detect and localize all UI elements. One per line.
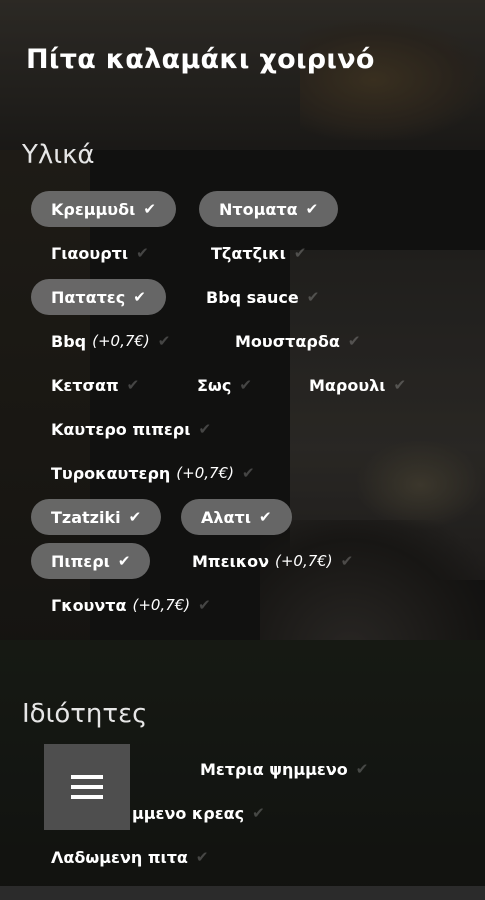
option-property[interactable]: μμενο κρεας ✔ [112,795,285,831]
option-label: Bbq [51,331,87,351]
checkmark-icon: ✔ [393,376,407,394]
checkmark-icon: ✔ [305,200,319,218]
option-ingredient[interactable]: Bbq sauce ✔ [186,279,339,315]
option-ingredient[interactable]: Κρεμμυδι ✔ [31,191,176,227]
option-ingredient[interactable]: Πιπερι ✔ [31,543,151,579]
checkmark-icon: ✔ [306,288,320,306]
option-ingredient[interactable]: Κετσαπ ✔ [31,367,159,403]
option-ingredient[interactable]: Μπεικον (+0,7€) ✔ [172,543,373,579]
checkmark-icon: ✔ [133,288,146,306]
checkmark-icon: ✔ [293,244,307,262]
option-label: Μετρια ψημμενο [200,759,348,779]
option-ingredient[interactable]: Πατατες ✔ [31,279,166,315]
checkmark-icon: ✔ [347,332,361,350]
option-ingredient[interactable]: Tzatziki ✔ [31,499,162,535]
option-label: Καυτερο πιπερι [51,419,191,439]
product-options-panel: Πίτα καλαμάκι χοιρινό Υλικά Κρεμμυδι ✔ Ντ… [0,0,485,900]
hamburger-icon [71,775,103,799]
menu-button[interactable] [44,744,130,830]
option-label: Τυροκαυτερη [51,463,171,483]
option-ingredient[interactable]: Ντοματα ✔ [199,191,339,227]
option-label: Μουσταρδα [235,331,340,351]
option-label: Πιπερι [51,551,110,571]
option-ingredient[interactable]: Bbq (+0,7€) ✔ [31,323,190,359]
option-ingredient[interactable]: Σως ✔ [177,367,272,403]
option-label: Tzatziki [51,507,121,527]
option-label: Γιαουρτι [51,243,129,263]
option-ingredient[interactable]: Μουσταρδα ✔ [215,323,380,359]
properties-heading: Ιδιότητες [22,699,148,729]
option-label: Λαδωμενη πιτα [51,847,188,867]
checkmark-icon: ✔ [241,464,255,482]
option-label: μμενο κρεας [132,803,245,823]
checkmark-icon: ✔ [355,760,369,778]
checkmark-icon: ✔ [157,332,171,350]
option-label: Σως [197,375,232,395]
checkmark-icon: ✔ [117,552,131,570]
option-price-extra: (+0,7€) [92,332,150,350]
option-label: Γκουντα [51,595,127,615]
checkmark-icon: ✔ [126,376,140,394]
option-price-extra: (+0,7€) [132,596,191,614]
ingredients-heading: Υλικά [22,140,95,170]
option-ingredient[interactable]: Μαρουλι ✔ [289,367,426,403]
option-label: Μπεικον [192,551,269,571]
option-ingredient[interactable]: Αλατι ✔ [181,499,292,535]
checkmark-icon: ✔ [198,596,211,614]
option-ingredient[interactable]: Τζατζικι ✔ [191,235,326,271]
option-property[interactable]: Μετρια ψημμενο ✔ [180,751,388,787]
option-label: Ντοματα [219,199,298,219]
checkmark-icon: ✔ [198,420,212,438]
option-label: Αλατι [201,507,251,527]
option-label: Πατατες [51,287,126,307]
option-price-extra: (+0,7€) [274,552,333,570]
product-title: Πίτα καλαμάκι χοιρινό [26,44,375,75]
checkmark-icon: ✔ [136,244,149,262]
checkmark-icon: ✔ [195,848,209,866]
checkmark-icon: ✔ [252,804,265,822]
checkmark-icon: ✔ [143,200,156,218]
option-property[interactable]: Λαδωμενη πιτα ✔ [31,839,228,875]
option-label: Κετσαπ [51,375,119,395]
option-ingredient[interactable]: Καυτερο πιπερι ✔ [31,411,231,447]
option-ingredient[interactable]: Γιαουρτι ✔ [31,235,169,271]
checkmark-icon: ✔ [128,508,142,526]
option-price-extra: (+0,7€) [176,464,234,482]
option-label: Κρεμμυδι [51,199,136,219]
option-label: Bbq sauce [206,287,299,307]
option-label: Μαρουλι [309,375,386,395]
bottom-bar [0,886,485,900]
checkmark-icon: ✔ [258,508,272,526]
checkmark-icon: ✔ [239,376,252,394]
checkmark-icon: ✔ [340,552,354,570]
option-ingredient[interactable]: Τυροκαυτερη (+0,7€) ✔ [31,455,275,491]
option-label: Τζατζικι [211,243,286,263]
option-ingredient[interactable]: Γκουντα (+0,7€) ✔ [31,587,231,623]
